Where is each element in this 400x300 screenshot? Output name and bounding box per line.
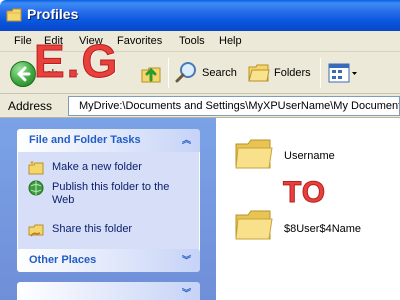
- menu-file[interactable]: File: [14, 35, 32, 47]
- task-label: Share this folder: [52, 223, 133, 235]
- expand-icon[interactable]: ︾: [179, 286, 194, 300]
- task-label: Make a new folder: [52, 161, 142, 173]
- publish-web-icon: [28, 180, 44, 196]
- address-label: Address: [8, 99, 53, 113]
- file-folder-tasks-panel: File and Folder Tasks ︽ Make a new folde…: [17, 129, 200, 253]
- expand-icon[interactable]: ︾: [179, 253, 194, 268]
- task-label: Publish this folder to the Web: [52, 181, 170, 206]
- share-folder-icon: [28, 224, 44, 237]
- tasks-header[interactable]: File and Folder Tasks ︽: [17, 129, 200, 152]
- back-button[interactable]: [10, 61, 36, 87]
- title-bar: Profiles: [0, 0, 400, 31]
- menu-help[interactable]: Help: [219, 35, 242, 47]
- tasks-header-label: File and Folder Tasks: [29, 134, 141, 146]
- folder-up-icon[interactable]: [140, 62, 162, 84]
- back-arrow-icon: [17, 66, 31, 82]
- menu-tools[interactable]: Tools: [179, 35, 205, 47]
- details-header[interactable]: ︾: [17, 282, 200, 300]
- address-value: MyDrive:\Documents and Settings\MyXPUser…: [79, 100, 400, 112]
- address-bar: Address MyDrive:\Documents and Settings\…: [0, 94, 400, 118]
- eg-overlay-text: E.G: [33, 35, 120, 87]
- new-folder-icon: [28, 161, 44, 175]
- folder-content-area: Username $8User$4Name: [216, 118, 400, 300]
- toolbar-separator: [168, 58, 169, 88]
- folder-icon: [235, 139, 273, 169]
- folder-icon: [235, 210, 273, 240]
- search-label: Search: [202, 67, 237, 79]
- to-overlay-text: TO: [282, 176, 327, 209]
- menu-favorites[interactable]: Favorites: [117, 35, 162, 47]
- folders-label: Folders: [274, 67, 311, 79]
- task-pane: File and Folder Tasks ︽ Make a new folde…: [0, 118, 216, 300]
- folder-name: $8User$4Name: [284, 223, 362, 235]
- other-places-header[interactable]: Other Places ︾: [17, 249, 200, 272]
- tasks-body: Make a new folder Publish this folder to…: [17, 152, 200, 253]
- toolbar-separator: [320, 58, 321, 88]
- search-icon: [175, 62, 196, 83]
- views-icon[interactable]: [328, 62, 358, 84]
- window-title: Profiles: [27, 6, 79, 22]
- folders-icon: [248, 64, 270, 82]
- address-input[interactable]: MyDrive:\Documents and Settings\MyXPUser…: [68, 96, 400, 116]
- folder-name: Username: [284, 150, 335, 162]
- folder-icon: [6, 8, 22, 22]
- other-places-label: Other Places: [29, 254, 97, 266]
- collapse-icon[interactable]: ︽: [179, 133, 194, 148]
